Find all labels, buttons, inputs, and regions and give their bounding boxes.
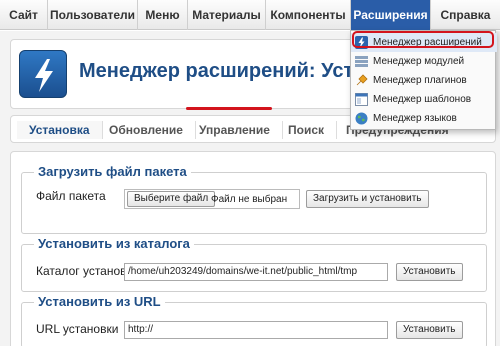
tab-manage[interactable]: Управление xyxy=(187,121,283,139)
dropdown-item-module-manager[interactable]: Менеджер модулей xyxy=(351,52,497,71)
menu-users[interactable]: Пользователи xyxy=(48,0,138,30)
template-icon xyxy=(355,93,368,106)
tab-manage-highlight xyxy=(186,107,272,110)
upload-install-button[interactable]: Загрузить и установить xyxy=(306,190,429,208)
menu-extensions[interactable]: Расширения xyxy=(351,0,431,30)
package-file-input[interactable]: Выберите файл Файл не выбран xyxy=(124,189,300,209)
modules-icon xyxy=(355,56,368,67)
lightning-icon xyxy=(35,59,53,92)
dropdown-item-template-manager[interactable]: Менеджер шаблонов xyxy=(351,90,497,109)
install-from-url-section: Установить из URL URL установки http:// … xyxy=(21,294,487,346)
menu-menus[interactable]: Меню xyxy=(138,0,188,30)
tab-update[interactable]: Обновление xyxy=(97,121,196,139)
extension-manager-logo xyxy=(19,50,67,98)
menu-help[interactable]: Справка xyxy=(431,0,500,30)
dropdown-item-plugin-manager[interactable]: Менеджер плагинов xyxy=(351,71,497,90)
dropdown-label: Менеджер модулей xyxy=(373,56,465,67)
install-content: Загрузить файл пакета Файл пакета Выбери… xyxy=(10,151,496,346)
dropdown-label: Менеджер плагинов xyxy=(373,75,467,86)
tab-discover[interactable]: Поиск xyxy=(276,121,338,139)
install-from-directory-section: Установить из каталога Каталог установки… xyxy=(21,236,487,292)
menu-content[interactable]: Материалы xyxy=(188,0,266,30)
install-directory-legend: Установить из каталога xyxy=(34,236,194,251)
choose-file-button[interactable]: Выберите файл xyxy=(127,191,216,207)
dropdown-label: Менеджер языков xyxy=(373,113,457,124)
install-url-input[interactable]: http:// xyxy=(124,321,388,339)
globe-icon xyxy=(355,112,368,125)
tab-install[interactable]: Установка xyxy=(17,121,103,139)
dropdown-label: Менеджер шаблонов xyxy=(373,94,472,105)
plugin-icon xyxy=(356,74,368,86)
package-file-label: Файл пакета xyxy=(36,189,106,203)
install-url-label: URL установки xyxy=(36,322,119,336)
no-file-chosen-text: Файл не выбран xyxy=(211,194,288,205)
install-url-legend: Установить из URL xyxy=(34,294,165,309)
menu-components[interactable]: Компоненты xyxy=(266,0,351,30)
dropdown-item-highlight xyxy=(352,31,494,48)
install-directory-button[interactable]: Установить xyxy=(396,263,463,281)
install-url-button[interactable]: Установить xyxy=(396,321,463,339)
upload-package-section: Загрузить файл пакета Файл пакета Выбери… xyxy=(21,164,487,234)
dropdown-item-language-manager[interactable]: Менеджер языков xyxy=(351,109,497,128)
install-directory-input[interactable]: /home/uh203249/domains/we-it.net/public_… xyxy=(124,263,388,281)
upload-package-legend: Загрузить файл пакета xyxy=(34,164,191,179)
top-menu-bar: Сайт Пользователи Меню Материалы Компоне… xyxy=(0,0,500,30)
menu-site[interactable]: Сайт xyxy=(0,0,48,30)
